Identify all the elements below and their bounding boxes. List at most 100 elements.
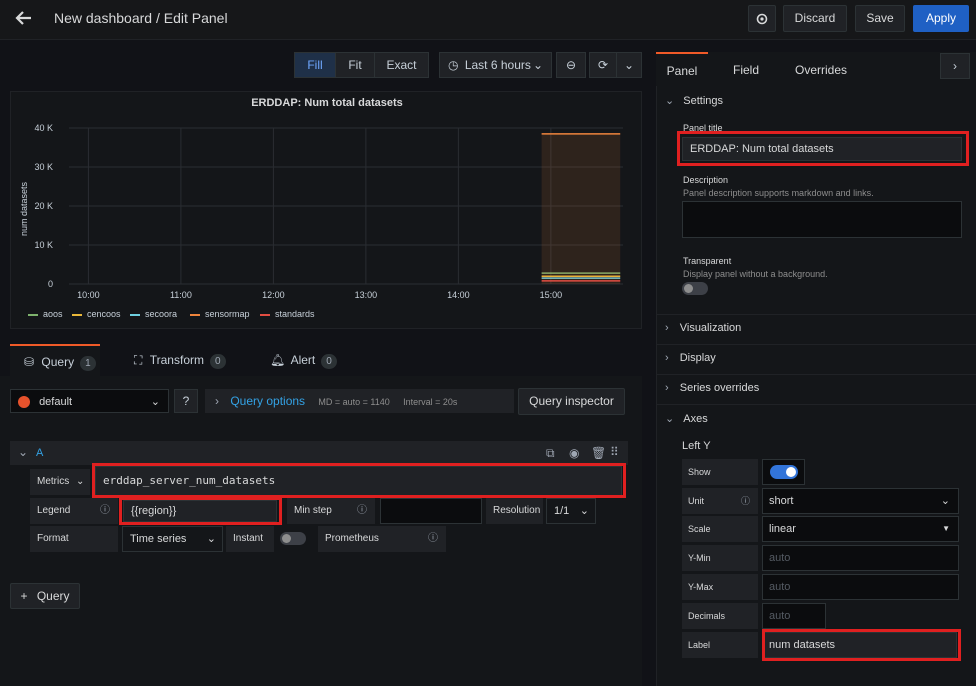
- eye-icon[interactable]: ◉: [569, 446, 579, 460]
- datasource-picker[interactable]: default ⌄: [10, 389, 169, 413]
- ymax-input[interactable]: auto: [762, 574, 959, 600]
- min-step-input[interactable]: [380, 498, 482, 524]
- back-arrow-icon[interactable]: [14, 8, 36, 30]
- add-query-label: Query: [36, 589, 70, 603]
- query-options-label: Query options: [230, 394, 306, 408]
- drag-handle-icon[interactable]: ⠿: [610, 445, 619, 459]
- chevron-down-icon: ⌄: [623, 58, 635, 72]
- y-tick-label: 0: [48, 279, 53, 289]
- fit-button[interactable]: Fit: [335, 52, 375, 78]
- zoom-out-icon: ⊖: [565, 58, 577, 72]
- display-section-header[interactable]: › Display: [665, 352, 716, 364]
- clock-icon: ◷: [448, 58, 459, 72]
- save-button[interactable]: Save: [855, 5, 905, 32]
- x-tick-label: 15:00: [540, 290, 563, 300]
- tab-alert-label: Alert: [290, 353, 316, 367]
- ymin-input[interactable]: auto: [762, 545, 959, 571]
- database-icon: ⛁: [24, 355, 35, 369]
- legend-item-cencoos[interactable]: cencoos: [72, 309, 121, 319]
- unit-label: Unit ⓘ: [682, 488, 758, 514]
- unit-select[interactable]: short ⌄: [762, 488, 959, 514]
- metrics-label[interactable]: Metrics ⌄: [30, 469, 90, 495]
- y-tick-label: 30 K: [34, 162, 53, 172]
- legend-label: secoora: [145, 309, 178, 319]
- legend-label: sensormap: [205, 309, 250, 319]
- collapse-icon[interactable]: ⌄: [18, 445, 28, 459]
- collapse-pane-button[interactable]: ›: [940, 53, 970, 79]
- visualization-section-header[interactable]: › Visualization: [665, 322, 741, 334]
- tab-transform[interactable]: ⛶ Transform 0: [134, 344, 244, 376]
- legend-item-sensormap[interactable]: sensormap: [190, 309, 250, 319]
- tab-overrides[interactable]: Overrides: [786, 52, 856, 86]
- resolution-select[interactable]: 1/1 ⌄: [546, 498, 596, 524]
- description-textarea[interactable]: [682, 201, 962, 238]
- fill-button[interactable]: Fill: [294, 52, 336, 78]
- discard-button[interactable]: Discard: [783, 5, 847, 32]
- decimals-input[interactable]: auto: [762, 603, 826, 629]
- format-select[interactable]: Time series ⌄: [122, 526, 223, 552]
- legend-swatch: [72, 313, 82, 316]
- add-query-button[interactable]: + Query: [10, 583, 80, 609]
- show-toggle[interactable]: [770, 465, 798, 479]
- show-label: Show: [682, 459, 758, 485]
- legend-item-aoos[interactable]: aoos: [28, 309, 63, 319]
- time-range-picker[interactable]: ◷ Last 6 hours ⌄: [439, 52, 552, 78]
- instant-toggle[interactable]: [280, 532, 306, 545]
- tab-field[interactable]: Field: [720, 52, 772, 86]
- legend-highlight: [119, 497, 282, 525]
- zoom-out-button[interactable]: ⊖: [556, 52, 586, 78]
- series-overrides-section-header[interactable]: › Series overrides: [665, 382, 759, 394]
- y-tick-label: 10 K: [34, 240, 53, 250]
- y-axis-label: num datasets: [19, 181, 29, 237]
- query-options[interactable]: › Query options MD = auto = 1140 Interva…: [205, 389, 514, 413]
- chart-panel: ERDDAP: Num total datasets 0 10 K 20 K 30 K…: [10, 91, 642, 329]
- transparent-toggle[interactable]: [682, 282, 708, 295]
- tab-transform-count: 0: [209, 354, 226, 369]
- label-label: Label: [682, 632, 758, 658]
- unit-value: short: [769, 495, 794, 507]
- legend-label: Legend ⓘ: [30, 498, 118, 524]
- toggle-knob: [282, 534, 291, 543]
- legend-item-standards[interactable]: standards: [260, 309, 315, 319]
- chevron-right-icon: ›: [215, 394, 219, 408]
- scale-label: Scale: [682, 516, 758, 542]
- query-row-header: [10, 441, 628, 465]
- legend-item-secoora[interactable]: secoora: [130, 309, 177, 319]
- chevron-right-icon: ›: [953, 59, 957, 73]
- apply-button[interactable]: Apply: [913, 5, 969, 32]
- exact-button[interactable]: Exact: [374, 52, 429, 78]
- tab-alert[interactable]: 🔔︎ Alert 0: [270, 344, 350, 376]
- settings-section-header[interactable]: ⌄ Settings: [665, 94, 723, 107]
- series-overrides-title: Series overrides: [679, 382, 760, 394]
- help-button[interactable]: ?: [174, 389, 198, 413]
- refresh-interval-dropdown[interactable]: ⌄: [616, 52, 642, 78]
- chevron-down-icon: ⌄: [206, 533, 216, 545]
- refresh-button[interactable]: ⟳: [589, 52, 617, 78]
- query-inspector-button[interactable]: Query inspector: [518, 388, 625, 415]
- trash-icon[interactable]: 🗑︎: [591, 446, 606, 460]
- divider: [656, 404, 976, 405]
- bell-icon: 🔔︎: [270, 353, 286, 367]
- settings-button[interactable]: [748, 5, 776, 32]
- legend-label: aoos: [43, 309, 63, 319]
- query-ref-id[interactable]: A: [36, 447, 43, 459]
- scale-value: linear: [769, 523, 796, 535]
- y-tick-label: 20 K: [34, 201, 53, 211]
- page-title: New dashboard / Edit Panel: [54, 10, 228, 26]
- toggle-knob: [786, 467, 796, 477]
- tab-panel[interactable]: Panel: [656, 52, 708, 86]
- chevron-down-icon: ⌄: [532, 58, 543, 72]
- metrics-highlight: [92, 463, 626, 498]
- tab-query[interactable]: ⛁ Query 1: [10, 344, 100, 376]
- query-options-interval: Interval = 20s: [403, 397, 458, 407]
- axes-section-header[interactable]: ⌄ Axes: [665, 412, 708, 425]
- scale-select[interactable]: linear ▼: [762, 516, 959, 542]
- legend-label: cencoos: [87, 309, 121, 319]
- duplicate-icon[interactable]: ⧉: [546, 446, 555, 461]
- toggle-knob: [684, 284, 693, 293]
- format-label: Format: [30, 526, 118, 552]
- divider: [656, 374, 976, 375]
- query-options-md: MD = auto = 1140: [318, 397, 390, 407]
- y-tick-label: 40 K: [34, 123, 53, 133]
- settings-title: Settings: [683, 95, 724, 107]
